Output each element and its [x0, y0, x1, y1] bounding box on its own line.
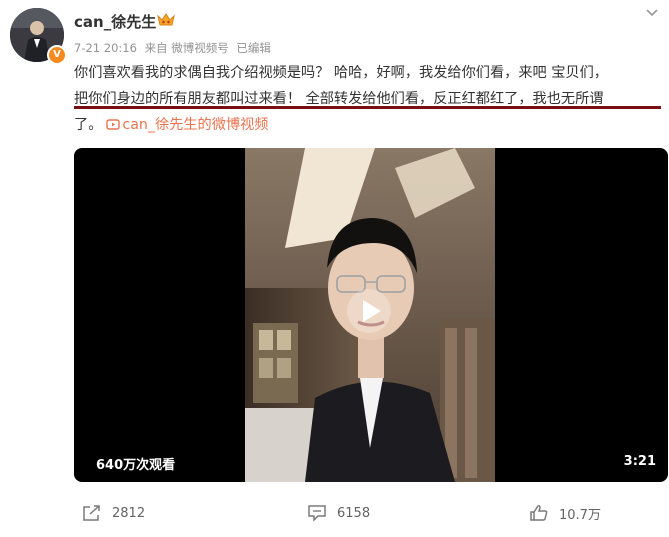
video-player[interactable]: 640万次观看 3:21 [74, 148, 668, 482]
action-bar: 2812 6158 10.7万 [0, 500, 669, 530]
post-text-end: 了。 [74, 117, 103, 133]
video-link[interactable]: can_徐先生的微博视频 [122, 117, 268, 133]
post-text-line: 了。 can_徐先生的微博视频 [74, 112, 664, 138]
annotation-underline [74, 106, 661, 109]
edited-label[interactable]: 已编辑 [236, 41, 271, 55]
post-time[interactable]: 7-21 20:16 [74, 41, 137, 55]
like-count: 10.7万 [559, 507, 601, 523]
play-icon[interactable] [346, 288, 392, 334]
repost-count: 2812 [112, 505, 146, 521]
comment-button[interactable]: 6158 [307, 500, 370, 526]
username[interactable]: can_徐先生 [74, 11, 156, 32]
post-text: 你们喜欢看我的求偶自我介绍视频是吗？ 哈哈，好啊，我发给你们看，来吧 宝贝们， … [74, 60, 664, 138]
post-text-line: 你们喜欢看我的求偶自我介绍视频是吗？ 哈哈，好啊，我发给你们看，来吧 宝贝们， [74, 65, 608, 81]
repost-button[interactable]: 2812 [82, 500, 145, 526]
share-icon [83, 505, 100, 521]
video-duration: 3:21 [623, 454, 656, 469]
like-button[interactable]: 10.7万 [529, 500, 601, 526]
thumbs-up-icon [530, 505, 548, 521]
video-icon [106, 119, 121, 130]
chevron-down-icon[interactable] [645, 8, 659, 18]
verified-badge-icon: V [47, 45, 67, 65]
comment-count: 6158 [337, 505, 371, 521]
comment-icon [308, 505, 326, 522]
post-source: 来自 微博视频号 [144, 41, 229, 55]
crown-icon [157, 13, 175, 26]
post-meta: 7-21 20:16 来自 微博视频号 已编辑 [74, 40, 275, 56]
view-count: 640万次观看 [96, 458, 176, 473]
